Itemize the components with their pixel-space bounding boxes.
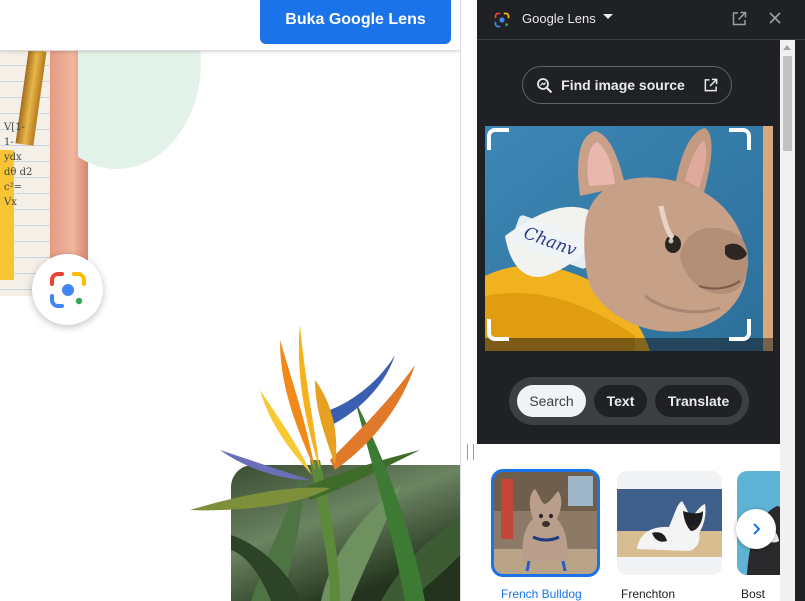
resize-handle[interactable]	[467, 444, 474, 460]
result-label[interactable]: French Bulldog	[501, 587, 598, 601]
crop-corner-top-right[interactable]	[729, 128, 751, 150]
crop-corner-top-left[interactable]	[487, 128, 509, 150]
open-in-new-tab-icon[interactable]	[731, 11, 747, 27]
google-lens-fab[interactable]	[32, 254, 103, 325]
result-card-frenchton[interactable]: Frenchton	[617, 471, 722, 601]
result-thumbnail	[617, 471, 722, 575]
open-google-lens-button[interactable]: Buka Google Lens	[260, 0, 451, 44]
close-icon[interactable]	[767, 10, 783, 26]
tab-text[interactable]: Text	[594, 385, 647, 417]
bird-of-paradise-flower	[190, 325, 425, 601]
panel-resize-divider[interactable]	[460, 0, 478, 601]
carousel-next-button[interactable]	[736, 509, 776, 549]
dropdown-arrow-icon[interactable]	[603, 14, 613, 20]
result-thumbnail	[491, 469, 600, 577]
page-top-bar: Buka Google Lens	[0, 0, 460, 51]
find-image-source-button[interactable]: Find image source	[522, 66, 732, 104]
chevron-right-icon	[753, 523, 761, 535]
lens-mode-tabs: Search Text Translate	[509, 377, 749, 425]
open-in-new-icon	[704, 78, 718, 91]
visual-matches-carousel: French Bulldog Frenchton Bost	[477, 444, 780, 601]
google-lens-side-panel: Google Lens Find image source Chanv Sear…	[477, 0, 805, 601]
notebook-math: V[1- 1- ydx dθ d2 c²= Vx	[4, 122, 33, 208]
result-label[interactable]: Frenchton	[621, 587, 722, 601]
google-lens-icon	[49, 271, 86, 308]
scrollbar-thumb[interactable]	[783, 56, 792, 151]
side-panel-title[interactable]: Google Lens	[522, 11, 596, 26]
side-panel-scrollbar[interactable]	[780, 40, 795, 601]
scroll-up-arrow[interactable]	[783, 45, 791, 50]
google-lens-small-icon	[494, 12, 510, 28]
tab-translate[interactable]: Translate	[655, 385, 742, 417]
image-search-icon	[537, 77, 553, 93]
find-image-source-label: Find image source	[561, 77, 685, 93]
tab-search[interactable]: Search	[517, 385, 586, 417]
french-bulldog-photo: Chanv	[485, 126, 773, 351]
result-card-french-bulldog[interactable]: French Bulldog	[491, 469, 600, 601]
crop-corner-bottom-left[interactable]	[487, 319, 509, 341]
crop-corner-bottom-right[interactable]	[729, 319, 751, 341]
side-panel-header: Google Lens	[477, 0, 805, 40]
result-label[interactable]: Bost	[741, 587, 780, 601]
selected-image-area[interactable]: Chanv	[485, 126, 773, 351]
web-page: V[1- 1- ydx dθ d2 c²= Vx Buka Google Len…	[0, 0, 460, 601]
